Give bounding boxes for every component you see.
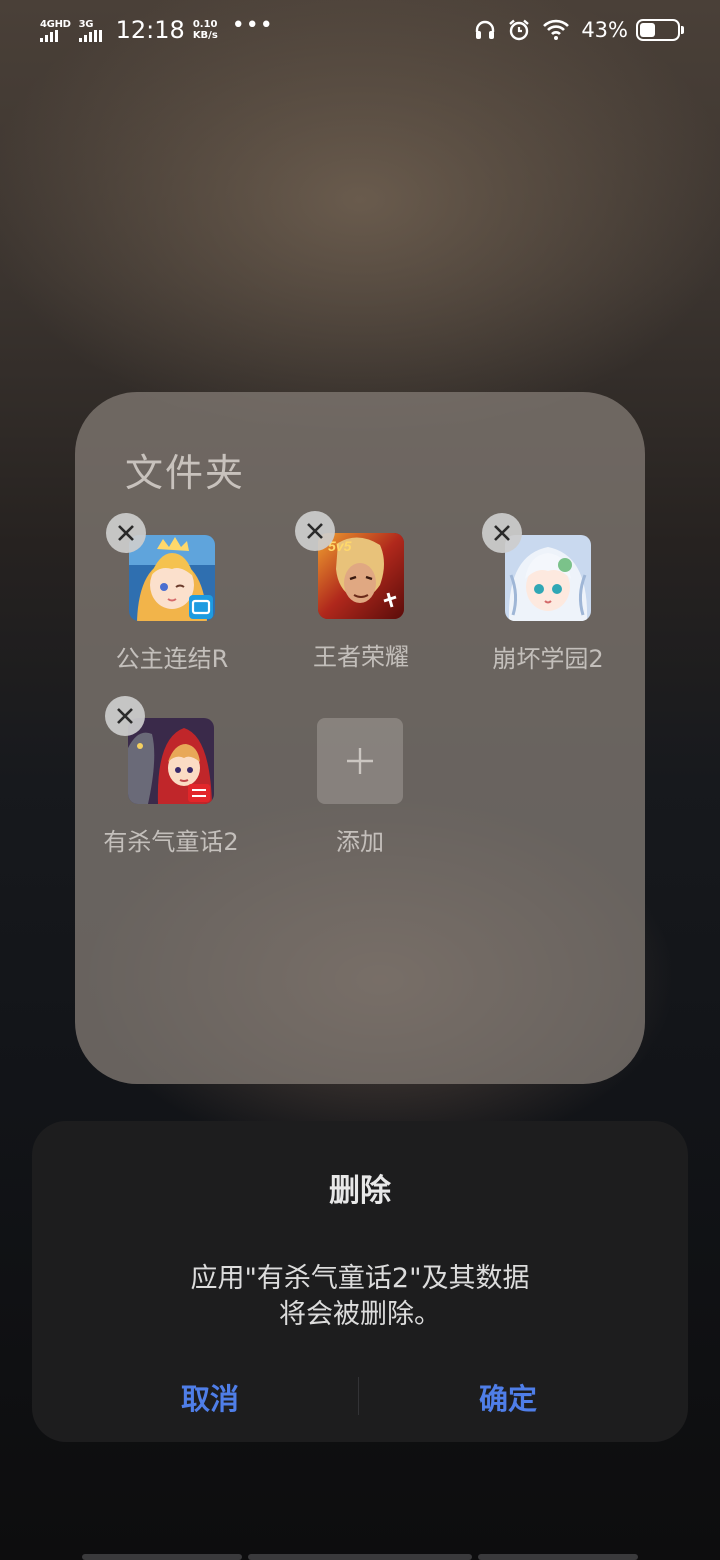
close-icon	[117, 708, 133, 724]
app-label: 崩坏学园2	[492, 645, 604, 673]
remove-app-button[interactable]	[105, 696, 145, 736]
battery-percent: 43%	[581, 18, 628, 42]
network-type-2: 3G	[78, 18, 94, 30]
network-type-1: 4GHD	[40, 18, 71, 30]
signal-bars-icon	[40, 29, 58, 42]
speed-unit: KB/s	[192, 30, 218, 41]
alarm-icon	[509, 19, 530, 41]
dock-edge	[248, 1554, 472, 1560]
plus-icon	[347, 748, 373, 774]
dialog-message-line-2: 将会被删除。	[279, 1299, 441, 1330]
honor-of-kings-icon[interactable]: 5v5	[318, 533, 404, 619]
close-icon	[494, 525, 510, 541]
app-label: 有杀气童话2	[103, 828, 239, 856]
remove-app-button[interactable]	[482, 513, 522, 553]
status-bar: 4GHD 3G 12:18 0.10 KB/s ••• 43%	[0, 0, 720, 60]
folder-title[interactable]: 文件夹	[125, 442, 245, 497]
cancel-button[interactable]: 取消	[110, 1376, 310, 1418]
add-label: 添加	[336, 828, 384, 856]
add-button[interactable]	[317, 718, 403, 804]
dialog-message-line-1: 应用"有杀气童话2"及其数据	[190, 1263, 530, 1294]
clock: 12:18	[115, 16, 185, 44]
app-label: 王者荣耀	[313, 643, 409, 671]
app-label: 公主连结R	[115, 645, 229, 673]
dialog-message: 应用"有杀气童话2"及其数据 将会被删除。	[72, 1261, 648, 1333]
signal-3g: 3G	[78, 18, 102, 42]
more-notifications-icon: •••	[231, 13, 274, 38]
remove-app-button[interactable]	[295, 511, 335, 551]
app-murderous-fairy-tale-2[interactable]: 有杀气童话2	[81, 696, 261, 857]
dock-edge	[478, 1554, 638, 1560]
remove-app-button[interactable]	[106, 513, 146, 553]
dialog-title: 删除	[329, 1173, 391, 1209]
murderous-fairy-tale-2-icon[interactable]	[128, 718, 214, 804]
app-icon-wrap	[482, 513, 591, 621]
speed-value: 0.10	[192, 19, 218, 30]
app-icon-wrap	[106, 513, 215, 621]
close-icon	[118, 525, 134, 541]
honkai-gakuen-2-icon[interactable]	[505, 535, 591, 621]
wifi-icon	[543, 19, 570, 40]
app-icon-wrap	[105, 696, 214, 804]
battery-fill	[640, 23, 656, 37]
dialog-button-divider	[358, 1377, 359, 1415]
dock-edge	[82, 1554, 242, 1560]
folder-panel: 文件夹 公主连结R 5v5 王者荣耀 崩坏学园2 有杀气童话2 添加	[75, 392, 645, 1084]
app-icon-wrap: 5v5	[295, 511, 404, 619]
app-princess-connect[interactable]: 公主连结R	[82, 513, 262, 674]
confirm-button[interactable]: 确定	[408, 1376, 608, 1418]
signal-4g: 4GHD	[40, 19, 71, 42]
princess-connect-icon[interactable]	[129, 535, 215, 621]
add-app-tile[interactable]: 添加	[270, 718, 450, 857]
signal-bars-icon	[78, 29, 102, 42]
battery-icon	[636, 19, 684, 41]
app-honor-of-kings[interactable]: 5v5 王者荣耀	[271, 511, 451, 672]
close-icon	[307, 523, 323, 539]
app-honkai-gakuen-2[interactable]: 崩坏学园2	[458, 513, 638, 674]
network-speed: 0.10 KB/s	[193, 19, 218, 41]
headphones-icon	[476, 20, 495, 39]
